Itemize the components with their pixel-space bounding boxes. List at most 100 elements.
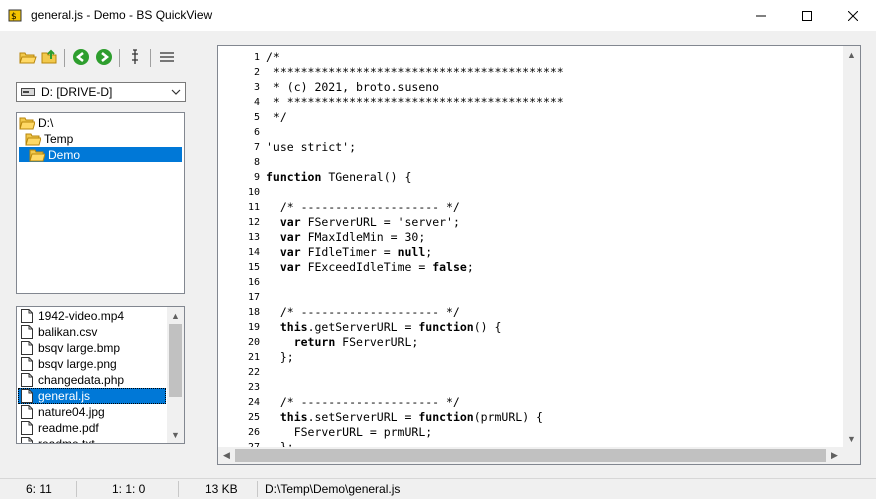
line-number: 9 <box>253 172 260 183</box>
scrollbar-thumb[interactable] <box>235 449 826 462</box>
line-number: 21 <box>247 352 260 363</box>
open-folder-icon <box>29 149 45 161</box>
file-name: balikan.csv <box>38 325 98 339</box>
filter-icon <box>132 49 138 64</box>
file-icon <box>21 325 33 339</box>
code-text: * (c) 2021, broto.suseno <box>266 80 440 94</box>
code-text: }; <box>266 350 294 364</box>
file-list-scrollbar[interactable]: ▲ ▼ <box>167 307 184 443</box>
menu-icon <box>160 52 174 62</box>
file-name: changedata.php <box>38 373 125 387</box>
title-bar: $ general.js - Demo - BS QuickView <box>0 0 876 31</box>
line-number: 13 <box>247 232 260 243</box>
file-icon <box>21 437 33 443</box>
left-panel: D: [DRIVE-D] D:\ Temp Demo 1942-video.mp… <box>0 31 201 477</box>
code-text: function TGeneral() { <box>266 170 412 184</box>
file-list-item[interactable]: readme.pdf <box>18 420 166 436</box>
menu-button[interactable] <box>157 47 177 67</box>
scroll-up-icon[interactable]: ▲ <box>167 307 184 324</box>
line-number: 15 <box>247 262 260 273</box>
file-list-item[interactable]: balikan.csv <box>18 324 166 340</box>
back-button[interactable] <box>71 47 91 67</box>
parent-folder-button[interactable] <box>40 47 60 67</box>
file-list-item[interactable]: nature04.jpg <box>18 404 166 420</box>
scroll-down-icon[interactable]: ▼ <box>843 430 860 447</box>
open-folder-icon <box>25 133 41 145</box>
file-icon <box>21 309 33 323</box>
file-icon <box>21 405 33 419</box>
file-list-item[interactable]: bsqv large.png <box>18 356 166 372</box>
filter-button[interactable] <box>125 47 145 67</box>
tree-item-label: Temp <box>44 131 74 146</box>
file-name: bsqv large.bmp <box>38 341 121 355</box>
line-number: 8 <box>253 157 260 168</box>
file-name: readme.txt <box>38 437 95 444</box>
tree-item-demo[interactable]: Demo <box>19 147 182 162</box>
drive-select[interactable]: D: [DRIVE-D] <box>16 82 186 102</box>
scroll-left-icon[interactable]: ◀ <box>218 447 235 464</box>
file-list-item[interactable]: 1942-video.mp4 <box>18 308 166 324</box>
line-number: 5 <box>253 112 260 123</box>
file-icon <box>21 341 33 355</box>
code-text: /* -------------------- */ <box>266 395 460 409</box>
open-folder-icon <box>19 52 37 64</box>
folder-tree[interactable]: D:\ Temp Demo <box>16 112 185 294</box>
file-list-item[interactable]: general.js <box>18 388 166 404</box>
open-folder-button[interactable] <box>18 47 38 67</box>
line-number: 20 <box>247 337 260 348</box>
line-number: 6 <box>253 127 260 138</box>
parent-folder-icon <box>41 49 57 64</box>
file-icon <box>21 357 33 371</box>
window-title: general.js - Demo - BS QuickView <box>31 8 213 22</box>
line-number: 24 <box>247 397 260 408</box>
tree-item-temp[interactable]: Temp <box>25 131 73 146</box>
file-list-item[interactable]: bsqv large.bmp <box>18 340 166 356</box>
line-number: 16 <box>247 277 260 288</box>
close-button[interactable] <box>830 0 876 31</box>
line-number: 4 <box>253 97 260 108</box>
scrollbar-thumb[interactable] <box>169 324 182 397</box>
status-bar: 6: 11 1: 1: 0 13 KB D:\Temp\Demo\general… <box>0 478 876 499</box>
tree-item-label: D:\ <box>38 115 54 130</box>
line-number: 7 <box>253 142 260 153</box>
code-viewer[interactable]: 1 /* 2 ***********************************… <box>217 45 861 465</box>
file-icon <box>21 373 33 387</box>
forward-button[interactable] <box>94 47 114 67</box>
maximize-button[interactable] <box>784 0 830 31</box>
maximize-icon <box>802 10 812 21</box>
code-text: /* <box>266 50 280 64</box>
line-number: 1 <box>253 52 260 63</box>
code-text: ****************************************… <box>266 65 564 79</box>
minimize-icon <box>756 15 766 16</box>
file-name: 1942-video.mp4 <box>38 309 125 323</box>
line-number: 14 <box>247 247 260 258</box>
chevron-down-icon <box>171 89 181 95</box>
forward-icon <box>96 49 112 65</box>
code-text: /* -------------------- */ <box>266 200 460 214</box>
editor-horizontal-scrollbar[interactable]: ◀ ▶ <box>218 447 843 464</box>
code-text: FServerURL = prmURL; <box>266 425 433 439</box>
scroll-right-icon[interactable]: ▶ <box>826 447 843 464</box>
close-icon <box>848 10 858 21</box>
tree-item-drive[interactable]: D:\ <box>19 115 53 130</box>
scroll-down-icon[interactable]: ▼ <box>167 426 184 443</box>
file-list[interactable]: 1942-video.mp4 balikan.csv bsqv large.bmp b… <box>16 306 185 444</box>
file-list-item[interactable]: changedata.php <box>18 372 166 388</box>
code-text: /* -------------------- */ <box>266 305 460 319</box>
file-name: readme.pdf <box>38 421 99 435</box>
minimize-button[interactable] <box>738 0 784 31</box>
scroll-up-icon[interactable]: ▲ <box>843 46 860 63</box>
file-list-item[interactable]: readme.txt <box>18 436 166 444</box>
file-icon <box>21 389 33 403</box>
line-number: 2 <box>253 67 260 78</box>
line-number: 18 <box>247 307 260 318</box>
line-number: 26 <box>247 427 260 438</box>
code-text: */ <box>266 110 287 124</box>
code-text: * **************************************… <box>266 95 564 109</box>
drive-select-value: D: [DRIVE-D] <box>41 85 113 99</box>
line-number: 19 <box>247 322 260 333</box>
status-file-path: D:\Temp\Demo\general.js <box>265 482 401 496</box>
code-text: var FExceedIdleTime = false; <box>279 260 474 274</box>
file-name: general.js <box>38 389 91 403</box>
editor-vertical-scrollbar[interactable]: ▲ ▼ <box>843 46 860 447</box>
